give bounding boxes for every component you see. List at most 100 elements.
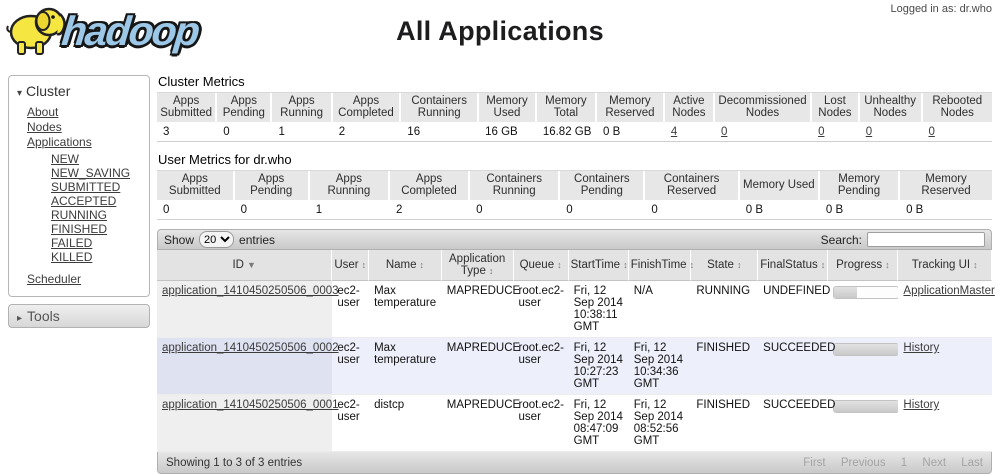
sort-both-icon: ↕ [361,260,367,270]
decommissioned-nodes-link[interactable]: 0 [721,126,727,138]
col-apps-submitted: Apps Submitted [157,93,218,124]
col-decommissioned-nodes: Decommissioned Nodes [715,93,813,124]
col-apps-running: Apps Running [272,93,333,124]
pagination-last[interactable]: Last [961,457,983,469]
col-rebooted-nodes: Rebooted Nodes [922,93,992,124]
cell-finishtime: N/A [628,281,692,338]
progress-bar [833,343,900,356]
pagination-previous[interactable]: Previous [841,457,886,469]
cell-finishtime: Fri, 12 Sep 2014 08:52:56 GMT [628,395,692,452]
pagination-next[interactable]: Next [922,457,946,469]
uval-containers-running: 0 [470,202,561,220]
chevron-down-icon: ▾ [17,88,23,99]
search-input[interactable] [867,232,985,247]
cell-finalstatus: UNDEFINED [758,281,830,338]
pagination-first[interactable]: First [803,457,825,469]
sidebar-item-new-saving[interactable]: NEW_SAVING [51,166,143,180]
sidebar-item-about[interactable]: About [27,105,143,120]
header-name[interactable]: Name ↕ [369,250,442,281]
cell-name: Max temperature [369,338,442,395]
uval-containers-reserved: 0 [645,202,740,220]
tracking-ui-link[interactable]: History [903,342,939,354]
sidebar-item-failed[interactable]: FAILED [51,236,143,250]
sidebar-item-accepted[interactable]: ACCEPTED [51,194,143,208]
uval-apps-pending: 0 [234,202,310,220]
header-progress[interactable]: Progress ↕ [828,250,899,281]
sort-both-icon: ↕ [557,260,562,270]
cell-type: MAPREDUCE [441,395,520,452]
val-decommissioned-nodes: 0 [715,124,813,142]
cluster-label: Cluster [26,83,71,99]
table-footer: Showing 1 to 3 of 3 entries First Previo… [157,452,992,474]
uval-apps-running: 1 [309,202,390,220]
cell-starttime: Fri, 12 Sep 2014 10:27:23 GMT [568,338,629,395]
val-apps-pending: 0 [217,124,273,142]
tools-label: Tools [27,308,60,324]
cell-finalstatus: SUCCEEDED [758,395,835,452]
application-id-link[interactable]: application_1410450250506_0003 [162,285,339,297]
active-nodes-link[interactable]: 4 [671,126,677,138]
sort-both-icon: ↕ [488,266,494,276]
cell-type: MAPREDUCE [441,338,520,395]
header-id[interactable]: ID ▼ [157,250,333,281]
cell-starttime: Fri, 12 Sep 2014 10:38:11 GMT [568,281,629,338]
progress-bar [833,400,900,413]
pagination: First Previous 1 Next Last [791,457,983,469]
rebooted-nodes-link[interactable]: 0 [929,126,935,138]
val-active-nodes: 4 [664,124,715,142]
ucol-apps-running: Apps Running [309,171,390,202]
sidebar-item-killed[interactable]: KILLED [51,250,143,264]
application-id-link[interactable]: application_1410450250506_0001 [162,399,339,411]
page-size-select[interactable]: 20 [199,231,235,248]
sidebar-nav: ▾ Cluster About Nodes Applications NEW NE… [0,62,150,328]
pagination-page-1[interactable]: 1 [901,457,907,469]
table-toolbar: Show 20 entries Search: [157,229,992,250]
tools-accordion-header[interactable]: ▸ Tools [8,304,150,328]
sidebar-item-finished[interactable]: FINISHED [51,222,143,236]
val-apps-completed: 2 [332,124,402,142]
cell-finalstatus: SUCCEEDED [758,338,835,395]
header-finishtime[interactable]: FinishTime ↕ [628,250,694,281]
cluster-nav-box: ▾ Cluster About Nodes Applications NEW NE… [8,75,150,297]
col-memory-reserved: Memory Reserved [597,93,665,124]
tracking-ui-link[interactable]: History [903,399,939,411]
header-starttime[interactable]: StartTime ↕ [568,250,629,281]
uval-memory-used: 0 B [739,202,820,220]
lost-nodes-link[interactable]: 0 [818,126,824,138]
user-metrics-title: User Metrics for dr.who [158,152,292,167]
uval-memory-pending: 0 B [819,202,901,220]
unhealthy-nodes-link[interactable]: 0 [866,126,872,138]
sidebar-item-scheduler[interactable]: Scheduler [15,272,143,287]
val-memory-reserved: 0 B [597,124,665,142]
hadoop-logo-text: hadoop [59,8,201,54]
header-queue[interactable]: Queue ↕ [513,250,569,281]
header-application-type[interactable]: Application Type ↕ [441,250,514,281]
application-id-link[interactable]: application_1410450250506_0002 [162,342,339,354]
cluster-accordion-header[interactable]: ▾ Cluster [15,81,143,103]
ucol-containers-pending: Containers Pending [560,171,646,202]
sort-both-icon: ↕ [736,260,742,270]
uval-apps-completed: 2 [389,202,471,220]
header-state[interactable]: State ↕ [691,250,759,281]
val-containers-running: 16 [401,124,480,142]
col-containers-running: Containers Running [401,93,480,124]
sort-both-icon: ↕ [820,260,826,270]
hadoop-logo: hadoop [6,2,201,61]
table-row-app-0003: application_1410450250506_0003 ec2-user … [157,281,995,338]
col-memory-total: Memory Total [536,93,598,124]
sidebar-item-nodes[interactable]: Nodes [27,120,143,135]
search-label: Search: [820,232,862,247]
header-finalstatus[interactable]: FinalStatus ↕ [758,250,829,281]
cell-queue: root.ec2-user [513,281,569,338]
sidebar-item-new[interactable]: NEW [51,152,143,166]
applications-header-row: ID ▼ User ↕ Name ↕ Application Type ↕ Queue ↕… [157,250,992,281]
sidebar-item-submitted[interactable]: SUBMITTED [51,180,143,194]
cluster-metrics-table: Apps Submitted Apps Pending Apps Running… [157,92,992,142]
applications-table: ID ▼ User ↕ Name ↕ Application Type ↕ Queue ↕… [157,250,995,452]
ucol-apps-completed: Apps Completed [389,171,471,202]
sidebar-item-applications[interactable]: Applications [27,135,143,150]
tracking-ui-link[interactable]: ApplicationMaster [903,285,994,297]
header-tracking-ui[interactable]: Tracking UI ↕ [898,250,992,281]
sidebar-item-running[interactable]: RUNNING [51,208,143,222]
header-user[interactable]: User ↕ [332,250,370,281]
